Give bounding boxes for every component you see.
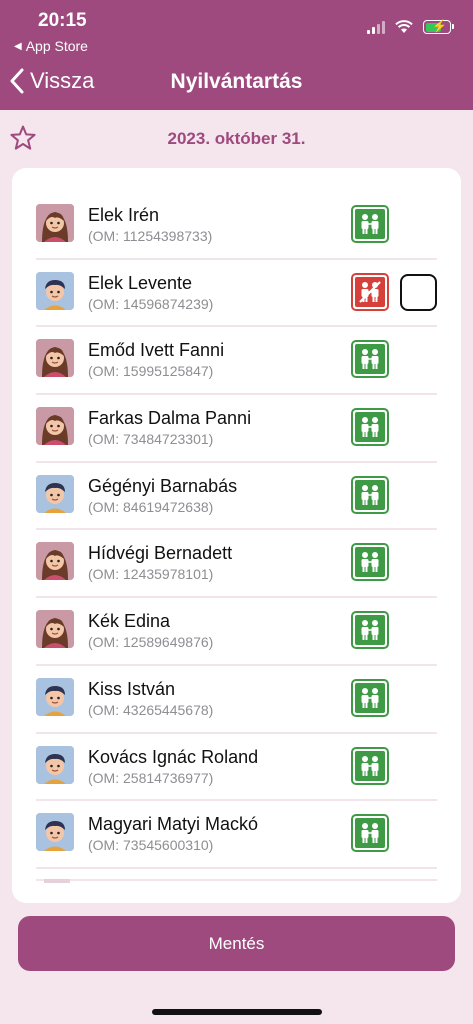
wifi-icon	[395, 20, 413, 33]
list-divider	[36, 879, 437, 881]
student-name: Kovács Ignác Roland	[88, 746, 259, 767]
attendance-date: 2023. október 31.	[167, 129, 306, 148]
absent-status-icon[interactable]	[351, 272, 389, 311]
student-om-id: (OM: 12435978101)	[88, 566, 214, 583]
girl-avatar-icon	[36, 339, 74, 378]
boy-avatar-icon	[36, 474, 74, 513]
present-status-icon[interactable]	[351, 475, 389, 514]
student-om-id: (OM: 11254398733)	[88, 228, 213, 244]
present-status-icon[interactable]	[351, 408, 389, 447]
battery-charging-icon: ⚡	[423, 19, 454, 34]
student-name: Elek Levente	[88, 272, 193, 293]
student-list-card: Elek Irén (OM: 11254398733) Elek Levente (…	[12, 168, 461, 903]
student-om-id: (OM: 14596874239)	[88, 295, 214, 312]
present-status-icon[interactable]	[351, 611, 389, 650]
present-status-icon[interactable]	[351, 340, 389, 379]
save-button[interactable]: Mentés	[18, 916, 455, 971]
status-back-label: App Store	[25, 38, 88, 54]
home-indicator	[152, 1009, 322, 1015]
present-status-icon[interactable]	[351, 746, 389, 785]
student-row[interactable]: Kék Edina (OM: 12589649876)	[12, 598, 461, 666]
student-row[interactable]: Kiss István (OM: 43265445678)	[12, 666, 461, 734]
student-om-id: (OM: 25814736977)	[88, 769, 214, 786]
student-om-id: (OM: 12589649876)	[88, 634, 214, 651]
student-name: Hídvégi Bernadett	[88, 543, 233, 564]
student-name: Elek Irén	[88, 205, 160, 225]
present-status-icon[interactable]	[351, 814, 389, 853]
student-name: Emőd Ivett Fanni	[88, 340, 225, 361]
student-name: Kék Edina	[88, 611, 171, 632]
student-om-id: (OM: 15995125847)	[88, 363, 214, 380]
status-time: 20:15	[38, 10, 87, 31]
student-name: Farkas Dalma Panni	[88, 408, 252, 429]
signal-icon	[367, 20, 385, 34]
student-om-id: (OM: 43265445678)	[88, 701, 214, 718]
top-bar: 20:15 ◀ App Store ⚡ Vissza Nyilvántartás	[0, 0, 473, 110]
student-row[interactable]: Kovács Ignác Roland (OM: 25814736977)	[12, 734, 461, 802]
boy-avatar-icon	[36, 271, 74, 310]
girl-avatar-icon	[36, 407, 74, 446]
student-row[interactable]: Gégényi Barnabás (OM: 84619472638)	[12, 463, 461, 531]
student-list[interactable]: Elek Irén (OM: 11254398733) Elek Levente (…	[12, 192, 461, 869]
student-row[interactable]: Emőd Ivett Fanni (OM: 15995125847)	[12, 327, 461, 396]
student-om-id: (OM: 73545600310)	[88, 837, 214, 854]
student-row[interactable]: Hídvégi Bernadett (OM: 12435978101)	[12, 530, 461, 599]
girl-avatar-icon	[36, 204, 74, 242]
page-title: Nyilvántartás	[170, 70, 303, 93]
next-avatar-peek	[44, 879, 70, 883]
present-status-icon[interactable]	[351, 543, 389, 582]
student-om-id: (OM: 73484723301)	[88, 431, 214, 448]
student-name: Magyari Matyi Mackó	[88, 814, 259, 835]
student-row[interactable]: Elek Levente (OM: 14596874239)	[12, 260, 461, 328]
row-divider	[36, 866, 437, 869]
student-row[interactable]: Farkas Dalma Panni (OM: 73484723301)	[12, 395, 461, 463]
excused-checkbox[interactable]	[400, 273, 437, 311]
boy-avatar-icon	[36, 813, 74, 852]
boy-avatar-icon	[36, 745, 74, 784]
status-icons: ⚡	[367, 19, 454, 34]
student-name: Kiss István	[88, 678, 176, 699]
student-row[interactable]: Elek Irén (OM: 11254398733)	[12, 192, 461, 260]
status-back-to-app[interactable]: ◀ App Store	[14, 38, 88, 54]
student-om-id: (OM: 84619472638)	[88, 498, 214, 515]
girl-avatar-icon	[36, 542, 74, 581]
girl-avatar-icon	[36, 610, 74, 649]
student-name: Gégényi Barnabás	[88, 475, 238, 496]
present-status-icon[interactable]	[351, 205, 389, 243]
boy-avatar-icon	[36, 677, 74, 716]
back-triangle-icon: ◀	[14, 40, 22, 52]
present-status-icon[interactable]	[351, 678, 389, 717]
student-row[interactable]: Magyari Matyi Mackó (OM: 73545600310)	[12, 801, 461, 869]
